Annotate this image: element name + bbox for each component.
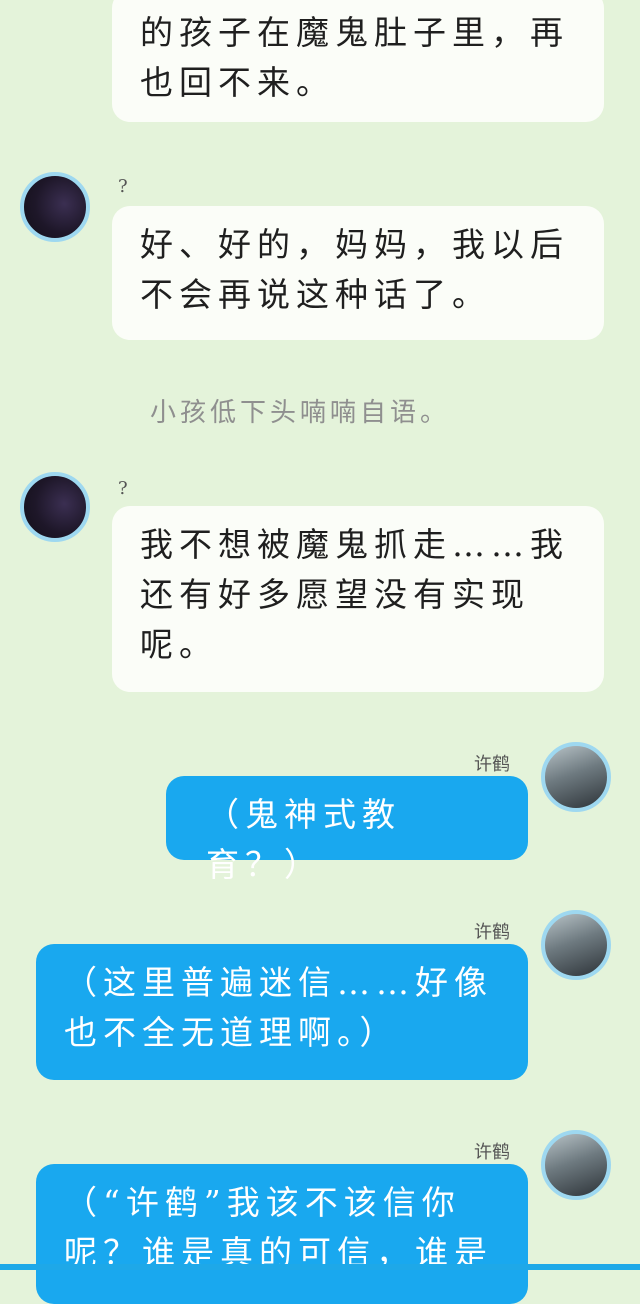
dark-silhouette-avatar-icon[interactable] <box>20 472 90 542</box>
message-bubble-right: （“许鹤”我该不该信你 呢？谁是真的可信，谁是 <box>36 1164 528 1304</box>
narration-text: 小孩低下头喃喃自语。 <box>150 398 451 428</box>
anime-boy-avatar-icon[interactable] <box>541 742 611 812</box>
message-bubble-left: 好、好的，妈妈，我以后 不会再说这种话了。 <box>112 206 604 340</box>
sender-name: 许鹤 <box>474 754 510 775</box>
message-bubble-left: 我不想被魔鬼抓走……我 还有好多愿望没有实现 呢。 <box>112 506 604 692</box>
anime-boy-avatar-icon[interactable] <box>541 1130 611 1200</box>
sender-name: ? <box>118 176 128 197</box>
sender-name: ? <box>118 478 128 499</box>
bottom-bar <box>0 1264 640 1270</box>
sender-name: 许鹤 <box>474 922 510 943</box>
message-bubble-right: （鬼神式教育？） <box>166 776 528 884</box>
message-bubble-right: （这里普遍迷信……好像 也不全无道理啊。） <box>36 944 528 1080</box>
anime-boy-avatar-icon[interactable] <box>541 910 611 980</box>
message-bubble-left: 的孩子在魔鬼肚子里，再 也回不来。 <box>112 0 604 122</box>
sender-name: 许鹤 <box>474 1142 510 1163</box>
dark-silhouette-avatar-icon[interactable] <box>20 172 90 242</box>
